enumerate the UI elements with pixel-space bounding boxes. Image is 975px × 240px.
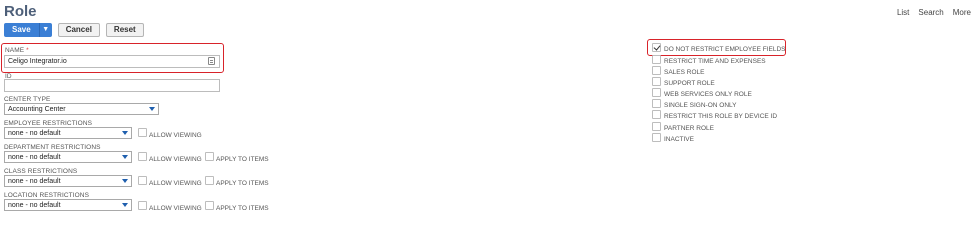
class-apply-to-items-label: APPLY TO ITEMS — [216, 180, 269, 187]
class-restrictions-value: none - no default — [8, 178, 61, 185]
page-title: Role — [4, 3, 37, 20]
chevron-down-icon[interactable]: ▼ — [40, 23, 52, 37]
single-sign-on-only-label: SINGLE SIGN-ON ONLY — [664, 102, 737, 109]
do-not-restrict-employee-fields-checkbox[interactable] — [652, 43, 661, 52]
restrict-time-and-expenses-checkbox[interactable] — [652, 55, 661, 64]
dropdown-arrow-icon — [122, 155, 128, 159]
sales-role-checkbox[interactable] — [652, 66, 661, 75]
name-field[interactable]: Celigo Integrator.io — [4, 55, 220, 68]
employee-restrictions-label: EMPLOYEE RESTRICTIONS — [4, 120, 93, 127]
location-allow-viewing-checkbox[interactable] — [138, 201, 147, 210]
employee-allow-viewing-checkbox[interactable] — [138, 128, 147, 137]
restrict-time-and-expenses-label: RESTRICT TIME AND EXPENSES — [664, 58, 766, 65]
reset-button[interactable]: Reset — [105, 23, 144, 37]
support-role-checkbox[interactable] — [652, 77, 661, 86]
department-apply-to-items-label: APPLY TO ITEMS — [216, 156, 269, 163]
field-lookup-icon[interactable] — [208, 57, 215, 65]
employee-restrictions-value: none - no default — [8, 130, 61, 137]
employee-restrictions-select[interactable]: none - no default — [4, 127, 132, 139]
location-apply-to-items-label: APPLY TO ITEMS — [216, 205, 269, 212]
cancel-button[interactable]: Cancel — [57, 23, 100, 37]
single-sign-on-only-checkbox[interactable] — [652, 99, 661, 108]
class-restrictions-select[interactable]: none - no default — [4, 175, 132, 187]
sales-role-label: SALES ROLE — [664, 69, 705, 76]
department-allow-viewing-label: ALLOW VIEWING — [149, 156, 202, 163]
location-restrictions-label: LOCATION RESTRICTIONS — [4, 192, 90, 199]
location-restrictions-select[interactable]: none - no default — [4, 199, 132, 211]
restrict-by-device-id-label: RESTRICT THIS ROLE BY DEVICE ID — [664, 113, 778, 120]
name-label: NAME * — [5, 47, 29, 54]
web-services-only-role-checkbox[interactable] — [652, 88, 661, 97]
class-allow-viewing-label: ALLOW VIEWING — [149, 180, 202, 187]
partner-role-checkbox[interactable] — [652, 122, 661, 131]
dropdown-arrow-icon — [122, 179, 128, 183]
center-type-value: Accounting Center — [8, 106, 66, 113]
dropdown-arrow-icon — [149, 107, 155, 111]
department-restrictions-value: none - no default — [8, 154, 61, 161]
class-allow-viewing-checkbox[interactable] — [138, 176, 147, 185]
inactive-label: INACTIVE — [664, 136, 694, 143]
nav-list-link[interactable]: List — [897, 8, 909, 17]
dropdown-arrow-icon — [122, 203, 128, 207]
nav-search-link[interactable]: Search — [918, 8, 943, 17]
restrict-by-device-id-checkbox[interactable] — [652, 110, 661, 119]
web-services-only-role-label: WEB SERVICES ONLY ROLE — [664, 91, 752, 98]
toolbar: Save ▼ Cancel Reset — [4, 23, 144, 37]
save-button-group: Save ▼ — [4, 23, 52, 37]
department-restrictions-label: DEPARTMENT RESTRICTIONS — [4, 144, 101, 151]
employee-allow-viewing-label: ALLOW VIEWING — [149, 132, 202, 139]
inactive-checkbox[interactable] — [652, 133, 661, 142]
department-allow-viewing-checkbox[interactable] — [138, 152, 147, 161]
required-marker: * — [26, 47, 29, 54]
location-restrictions-value: none - no default — [8, 202, 61, 209]
class-restrictions-label: CLASS RESTRICTIONS — [4, 168, 78, 175]
class-apply-to-items-checkbox[interactable] — [205, 176, 214, 185]
department-restrictions-select[interactable]: none - no default — [4, 151, 132, 163]
dropdown-arrow-icon — [122, 131, 128, 135]
support-role-label: SUPPORT ROLE — [664, 80, 715, 87]
do-not-restrict-employee-fields-label: DO NOT RESTRICT EMPLOYEE FIELDS — [664, 46, 786, 53]
partner-role-label: PARTNER ROLE — [664, 125, 714, 132]
center-type-label: CENTER TYPE — [4, 96, 51, 103]
department-apply-to-items-checkbox[interactable] — [205, 152, 214, 161]
top-nav: List Search More — [897, 8, 971, 17]
center-type-select[interactable]: Accounting Center — [4, 103, 159, 115]
nav-more-link[interactable]: More — [953, 8, 971, 17]
id-field[interactable] — [4, 79, 220, 92]
save-button[interactable]: Save — [4, 23, 40, 37]
location-allow-viewing-label: ALLOW VIEWING — [149, 205, 202, 212]
location-apply-to-items-checkbox[interactable] — [205, 201, 214, 210]
